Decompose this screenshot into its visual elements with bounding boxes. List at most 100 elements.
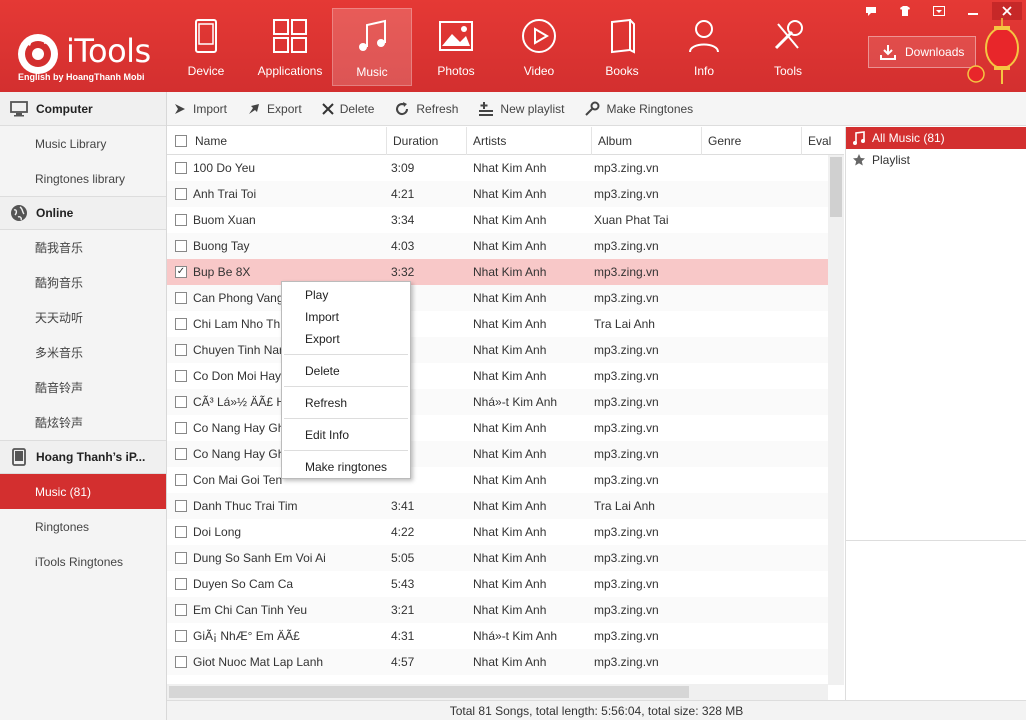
row-checkbox[interactable] bbox=[175, 188, 187, 200]
context-menu-delete[interactable]: Delete bbox=[282, 360, 410, 382]
row-checkbox[interactable] bbox=[175, 656, 187, 668]
table-row[interactable]: Co Nang Hay Gh Nhat Kim Anh mp3.zing.vn bbox=[167, 441, 844, 467]
vertical-scrollbar-thumb[interactable] bbox=[830, 157, 842, 217]
row-checkbox[interactable] bbox=[175, 162, 187, 174]
table-row[interactable]: Duyen So Cam Ca 5:43 Nhat Kim Anh mp3.zing.… bbox=[167, 571, 844, 597]
sidebar-item-duomi-music[interactable]: 多米音乐 bbox=[0, 335, 166, 370]
table-row[interactable]: Anh Trai Toi 4:21 Nhat Kim Anh mp3.zing.vn bbox=[167, 181, 844, 207]
playlist-item[interactable]: Playlist bbox=[846, 149, 1026, 171]
menu-separator bbox=[284, 418, 408, 419]
sidebar-item-device-ringtones[interactable]: Ringtones bbox=[0, 509, 166, 544]
vertical-scrollbar[interactable] bbox=[828, 155, 844, 685]
context-menu-edit-info[interactable]: Edit Info bbox=[282, 424, 410, 446]
column-name-header[interactable]: Name bbox=[167, 127, 387, 155]
column-album-header[interactable]: Album bbox=[592, 127, 702, 155]
row-checkbox[interactable] bbox=[175, 292, 187, 304]
cell-album: mp3.zing.vn bbox=[594, 369, 659, 383]
sidebar-section-computer[interactable]: Computer bbox=[0, 92, 166, 126]
nav-tools[interactable]: Tools bbox=[748, 8, 828, 86]
nav-books[interactable]: Books bbox=[582, 8, 662, 86]
playlist-all-music[interactable]: All Music (81) bbox=[846, 127, 1026, 149]
row-checkbox[interactable] bbox=[175, 552, 187, 564]
table-row[interactable]: Danh Thuc Trai Tim 3:41 Nhat Kim Anh Tra La… bbox=[167, 493, 844, 519]
row-checkbox[interactable] bbox=[175, 370, 187, 382]
song-name: Con Mai Goi Ten bbox=[193, 473, 283, 487]
refresh-button[interactable]: Refresh bbox=[394, 101, 458, 117]
make-ringtones-button[interactable]: Make Ringtones bbox=[584, 101, 693, 117]
import-icon bbox=[175, 103, 185, 114]
horizontal-scrollbar-thumb[interactable] bbox=[169, 686, 689, 698]
sidebar-section-online[interactable]: Online bbox=[0, 196, 166, 230]
table-row[interactable]: Con Mai Goi Ten Nhat Kim Anh mp3.zing.vn bbox=[167, 467, 844, 493]
nav-info[interactable]: Info bbox=[664, 8, 744, 86]
row-checkbox[interactable] bbox=[175, 344, 187, 356]
row-checkbox[interactable] bbox=[175, 604, 187, 616]
table-row[interactable]: Co Don Moi Hay Nhat Kim Anh mp3.zing.vn bbox=[167, 363, 844, 389]
skin-button[interactable] bbox=[890, 2, 920, 20]
context-menu-refresh[interactable]: Refresh bbox=[282, 392, 410, 414]
cell-name: Doi Long bbox=[167, 525, 381, 539]
new-playlist-icon bbox=[479, 101, 494, 116]
table-row[interactable]: CÃ³ Lá»½ ÄÃ£ H Nhá»‑t Kim Anh mp3.zing.vn bbox=[167, 389, 844, 415]
sidebar-item-ttpod[interactable]: 天天动听 bbox=[0, 300, 166, 335]
table-row[interactable]: Em Chi Can Tinh Yeu 3:21 Nhat Kim Anh mp3.z… bbox=[167, 597, 844, 623]
table-row[interactable]: GiÃ¡ NhÆ° Em ÄÃ£ 4:31 Nhá»‑t Kim Anh mp3.zi… bbox=[167, 623, 844, 649]
sidebar-item-device-music[interactable]: Music (81) bbox=[0, 474, 166, 509]
row-checkbox[interactable] bbox=[175, 240, 187, 252]
sidebar-item-kuxuan-ringtones[interactable]: 酷炫铃声 bbox=[0, 405, 166, 440]
row-checkbox[interactable] bbox=[175, 448, 187, 460]
row-checkbox[interactable] bbox=[175, 214, 187, 226]
table-row[interactable]: Can Phong Vang Nhat Kim Anh mp3.zing.vn bbox=[167, 285, 844, 311]
new-playlist-button[interactable]: New playlist bbox=[478, 101, 564, 117]
row-checkbox[interactable] bbox=[175, 422, 187, 434]
table-row[interactable]: ✓ Bup Be 8X 3:32 Nhat Kim Anh mp3.zing.vn bbox=[167, 259, 844, 285]
table-row[interactable]: Buom Xuan 3:34 Nhat Kim Anh Xuan Phat Tai bbox=[167, 207, 844, 233]
downloads-button[interactable]: Downloads bbox=[868, 36, 976, 68]
table-row[interactable]: Chi Lam Nho Th Nhat Kim Anh Tra Lai Anh bbox=[167, 311, 844, 337]
table-row[interactable]: Dung So Sanh Em Voi Ai 5:05 Nhat Kim Anh mp… bbox=[167, 545, 844, 571]
row-checkbox[interactable] bbox=[175, 474, 187, 486]
menu-button[interactable] bbox=[924, 2, 954, 20]
sidebar-item-kugou-music[interactable]: 酷狗音乐 bbox=[0, 265, 166, 300]
table-row[interactable]: Chuyen Tinh Nar Nhat Kim Anh mp3.zing.vn bbox=[167, 337, 844, 363]
select-all-checkbox[interactable] bbox=[175, 135, 187, 147]
export-button[interactable]: Export bbox=[247, 102, 302, 116]
sidebar-section-device[interactable]: Hoang Thanh’s iP... bbox=[0, 440, 166, 474]
table-row[interactable]: Doi Long 4:22 Nhat Kim Anh mp3.zing.vn bbox=[167, 519, 844, 545]
cell-artist: Nhat Kim Anh bbox=[473, 239, 547, 253]
nav-music[interactable]: Music bbox=[332, 8, 412, 86]
row-checkbox[interactable] bbox=[175, 630, 187, 642]
import-button[interactable]: Import bbox=[173, 102, 227, 116]
feedback-button[interactable] bbox=[856, 2, 886, 20]
column-artists-header[interactable]: Artists bbox=[467, 127, 592, 155]
table-row[interactable]: Buong Tay 4:03 Nhat Kim Anh mp3.zing.vn bbox=[167, 233, 844, 259]
nav-applications[interactable]: Applications bbox=[250, 8, 330, 86]
table-row[interactable]: Giot Nuoc Mat Lap Lanh 4:57 Nhat Kim Anh mp… bbox=[167, 649, 844, 675]
nav-video[interactable]: Video bbox=[499, 8, 579, 86]
context-menu-make-ringtones[interactable]: Make ringtones bbox=[282, 456, 410, 478]
row-checkbox[interactable] bbox=[175, 578, 187, 590]
column-genre-header[interactable]: Genre bbox=[702, 127, 802, 155]
delete-button[interactable]: Delete bbox=[321, 102, 374, 116]
column-eval-header[interactable]: Eval bbox=[802, 127, 844, 155]
context-menu-export[interactable]: Export bbox=[282, 328, 410, 350]
column-duration-header[interactable]: Duration bbox=[387, 127, 467, 155]
sidebar-item-ringtones-library[interactable]: Ringtones library bbox=[0, 161, 166, 196]
sidebar-item-music-library[interactable]: Music Library bbox=[0, 126, 166, 161]
row-checkbox[interactable] bbox=[175, 526, 187, 538]
row-checkbox[interactable] bbox=[175, 396, 187, 408]
nav-photos[interactable]: Photos bbox=[416, 8, 496, 86]
table-row[interactable]: Co Nang Hay Gh Nhat Kim Anh mp3.zing.vn bbox=[167, 415, 844, 441]
sidebar-item-itools-ringtones[interactable]: iTools Ringtones bbox=[0, 544, 166, 579]
nav-device[interactable]: Device bbox=[166, 8, 246, 86]
horizontal-scrollbar[interactable] bbox=[167, 684, 828, 700]
cell-album: mp3.zing.vn bbox=[594, 395, 659, 409]
sidebar-item-kuyin-ringtones[interactable]: 酷音铃声 bbox=[0, 370, 166, 405]
sidebar-item-kuwo-music[interactable]: 酷我音乐 bbox=[0, 230, 166, 265]
context-menu-play[interactable]: Play bbox=[282, 284, 410, 306]
context-menu-import[interactable]: Import bbox=[282, 306, 410, 328]
row-checkbox[interactable] bbox=[175, 318, 187, 330]
table-row[interactable]: 100 Do Yeu 3:09 Nhat Kim Anh mp3.zing.vn bbox=[167, 155, 844, 181]
row-checkbox[interactable]: ✓ bbox=[175, 266, 187, 278]
row-checkbox[interactable] bbox=[175, 500, 187, 512]
